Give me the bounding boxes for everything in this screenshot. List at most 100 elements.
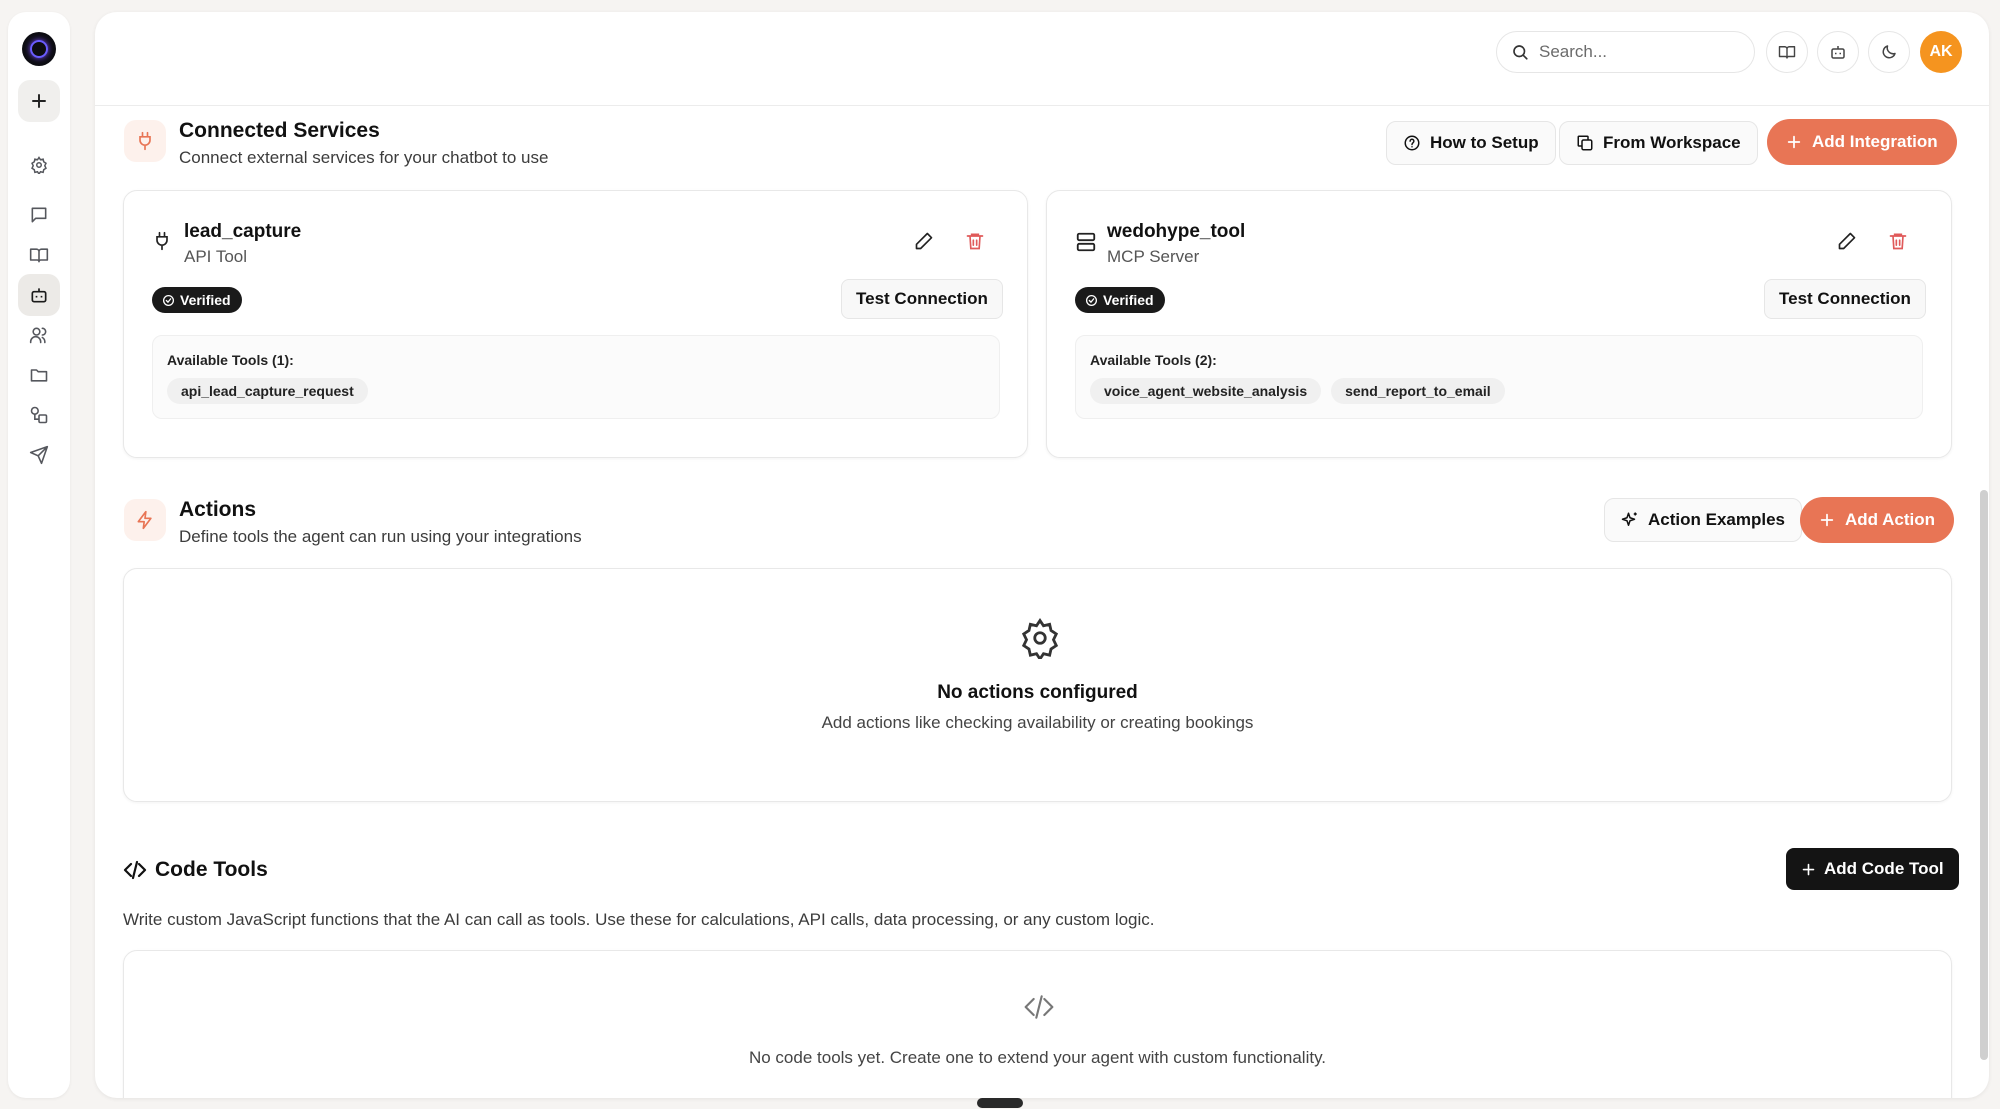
lightning-icon (137, 510, 152, 530)
edit-button[interactable] (912, 229, 936, 253)
theme-toggle-button[interactable] (1868, 31, 1910, 73)
service-name: lead_capture (184, 221, 302, 242)
search-icon (1513, 45, 1528, 60)
search-input[interactable]: Search... (1496, 31, 1755, 73)
shapes-icon (30, 406, 48, 424)
trash-icon (1889, 233, 1907, 250)
actions-section-icon (124, 499, 166, 541)
sidebar-item-knowledge[interactable] (18, 234, 60, 276)
from-workspace-label: From Workspace (1603, 133, 1741, 152)
pencil-icon (915, 232, 933, 250)
folder-icon (30, 369, 48, 382)
plug-section-icon (124, 120, 166, 162)
service-card: lead_capture API Tool Verified Test Conn… (123, 190, 1028, 458)
test-connection-button[interactable]: Test Connection (841, 279, 1003, 319)
action-examples-button[interactable]: Action Examples (1604, 498, 1802, 542)
service-type: MCP Server (1107, 247, 1200, 266)
plus-icon (1820, 513, 1834, 527)
add-code-tool-button[interactable]: Add Code Tool (1786, 848, 1959, 890)
available-tools-panel: Available Tools (1): api_lead_capture_re… (152, 335, 1000, 419)
tool-chip: send_report_to_email (1331, 378, 1505, 404)
add-integration-button[interactable]: Add Integration (1767, 119, 1957, 165)
status-label: Verified (1103, 292, 1154, 308)
actions-subtitle: Define tools the agent can run using you… (179, 527, 582, 546)
plug-icon (152, 231, 172, 251)
status-label: Verified (180, 292, 231, 308)
how-to-setup-button[interactable]: How to Setup (1386, 121, 1556, 165)
actions-empty-subtitle: Add actions like checking availability o… (821, 713, 1254, 732)
check-circle-icon (1085, 294, 1098, 306)
server-icon (1075, 231, 1097, 253)
plug-icon (139, 131, 151, 151)
delete-button[interactable] (963, 229, 987, 253)
tool-chip: api_lead_capture_request (167, 378, 368, 404)
tool-chip-list: voice_agent_website_analysis send_report… (1090, 378, 1505, 404)
send-icon (29, 445, 49, 465)
connected-services-title: Connected Services (179, 119, 380, 142)
actions-empty-state: No actions configured Add actions like c… (123, 568, 1952, 802)
avatar[interactable]: AK (1920, 31, 1962, 73)
status-badge: Verified (152, 287, 242, 313)
book-icon (29, 248, 49, 263)
trash-icon (966, 233, 984, 250)
docs-button[interactable] (1766, 31, 1808, 73)
add-action-label: Add Action (1845, 510, 1936, 529)
home-indicator (977, 1098, 1023, 1108)
add-integration-label: Add Integration (1812, 132, 1938, 151)
scrollbar[interactable] (1980, 490, 1988, 1060)
connected-services-subtitle: Connect external services for your chatb… (179, 148, 549, 167)
service-name: wedohype_tool (1107, 221, 1246, 242)
add-code-tool-label: Add Code Tool (1824, 859, 1944, 878)
pencil-icon (1838, 232, 1856, 250)
gear-icon (1019, 617, 1061, 659)
add-action-button[interactable]: Add Action (1800, 497, 1955, 543)
delete-button[interactable] (1886, 229, 1910, 253)
moon-icon (1882, 45, 1896, 59)
service-type: API Tool (184, 247, 248, 266)
available-tools-label: Available Tools (2): (1090, 352, 1217, 368)
bot-button[interactable] (1817, 31, 1859, 73)
plus-icon (32, 94, 46, 108)
tool-chip: voice_agent_website_analysis (1090, 378, 1322, 404)
bot-icon (31, 288, 47, 303)
sidebar-item-chats[interactable] (18, 194, 60, 236)
how-to-setup-label: How to Setup (1430, 133, 1539, 152)
available-tools-label: Available Tools (1): (167, 352, 294, 368)
copy-icon (1577, 135, 1593, 151)
sidebar-item-deploy[interactable] (18, 434, 60, 476)
app-logo[interactable] (22, 32, 56, 66)
code-icon (1021, 991, 1057, 1023)
search-placeholder: Search... (1539, 42, 1608, 61)
actions-title: Actions (179, 498, 257, 521)
plus-icon (1802, 863, 1815, 875)
chat-icon (31, 207, 47, 223)
help-circle-icon (1404, 135, 1420, 151)
sidebar-item-bot[interactable] (18, 274, 60, 316)
from-workspace-button[interactable]: From Workspace (1559, 121, 1758, 165)
logo-mark (30, 40, 48, 58)
topbar-divider (95, 94, 1989, 106)
sidebar-item-new[interactable] (18, 80, 60, 122)
check-circle-icon (162, 294, 175, 306)
action-examples-label: Action Examples (1648, 510, 1785, 529)
plus-icon (1787, 135, 1801, 149)
sidebar-item-files[interactable] (18, 354, 60, 396)
code-tools-empty-state: No code tools yet. Create one to extend … (123, 950, 1952, 1098)
available-tools-panel: Available Tools (2): voice_agent_website… (1075, 335, 1923, 419)
code-tools-title: Code Tools (155, 858, 268, 881)
test-connection-button[interactable]: Test Connection (1764, 279, 1926, 319)
status-badge: Verified (1075, 287, 1165, 313)
sidebar-item-integrations[interactable] (18, 394, 60, 436)
tool-chip-list: api_lead_capture_request (167, 378, 368, 404)
actions-empty-title: No actions configured (937, 682, 1138, 703)
code-tools-empty-text: No code tools yet. Create one to extend … (748, 1048, 1327, 1067)
gear-icon (31, 156, 47, 174)
sidebar-item-settings[interactable] (18, 144, 60, 186)
book-icon (1778, 46, 1796, 59)
code-tools-description: Write custom JavaScript functions that t… (123, 910, 1155, 929)
users-icon (29, 327, 47, 344)
service-card: wedohype_tool MCP Server Verified Test C… (1046, 190, 1952, 458)
sparkles-icon (1621, 512, 1637, 526)
sidebar-item-users[interactable] (18, 314, 60, 356)
edit-button[interactable] (1835, 229, 1859, 253)
